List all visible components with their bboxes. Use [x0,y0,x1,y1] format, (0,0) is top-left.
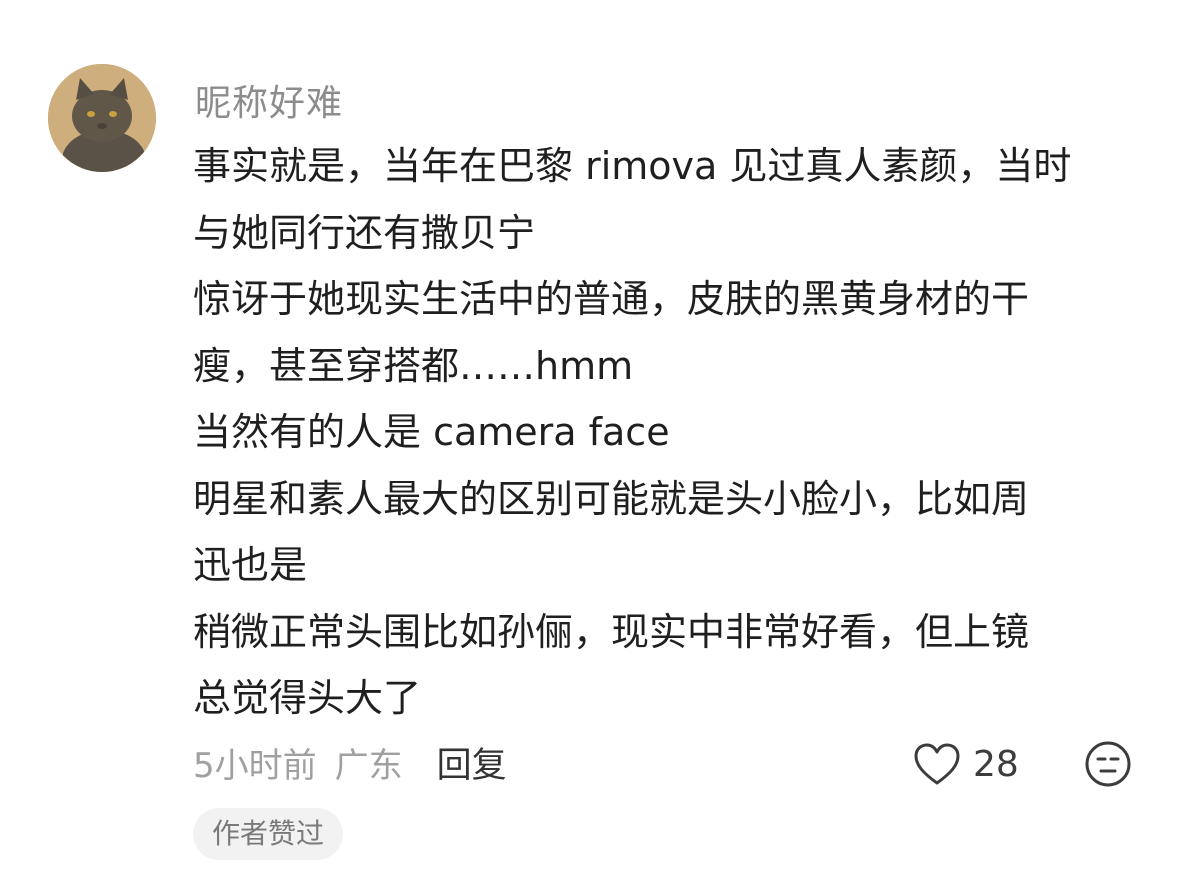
comment-line: 与她同行还有撒贝宁 [193,210,536,255]
comment-line: 明星和素人最大的区别可能就是头小脸小，比如周 [193,476,1030,521]
comment-line: 惊讶于她现实生活中的普通，皮肤的黑黄身材的干 [193,277,1030,321]
comment-line: 当然有的人是 camera face [193,410,670,454]
comment-line: 总觉得头大了 [193,676,422,720]
timestamp: 5小时前 [193,745,317,786]
comment-line: 稍微正常头围比如孙俪，现实中非常好看，但上镜 [193,609,1030,654]
neutral-face-icon [1085,741,1131,787]
username[interactable]: 昵称好难 [195,74,343,126]
comment-line: 事实就是，当年在巴黎 rimova 见过真人素颜，当时 [193,144,1072,188]
comment-body: 事实就是，当年在巴黎 rimova 见过真人素颜，当时 与她同行还有撒贝宁 惊讶… [193,133,1143,732]
comment-line: 迅也是 [193,543,308,587]
comment-line: 瘦，甚至穿搭都……hmm [193,343,634,388]
author-liked-badge: 作者赞过 [193,808,344,860]
heart-outline-icon [914,743,960,785]
like-count: 28 [973,743,1019,785]
reply-button[interactable]: 回复 [437,737,507,788]
like-button[interactable]: 28 [913,738,1019,790]
region-label: 广东 [334,745,403,786]
avatar[interactable] [48,64,156,172]
dislike-button[interactable] [1083,739,1133,793]
cat-avatar-image [48,64,156,172]
comment-meta: 5小时前 广东 回复 [193,736,507,788]
